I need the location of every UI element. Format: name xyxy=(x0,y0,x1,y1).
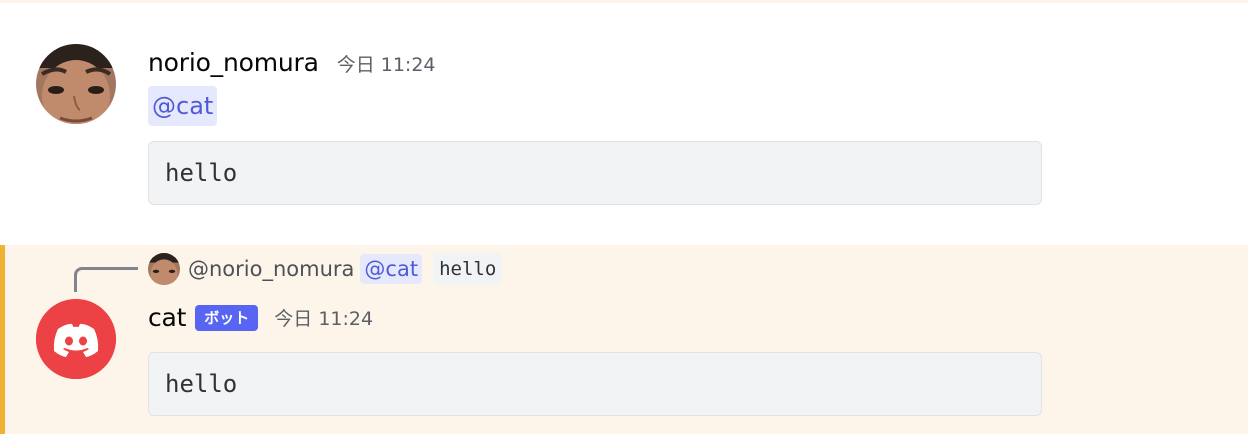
user-mention[interactable]: @cat xyxy=(148,86,218,126)
reply-mention[interactable]: @cat xyxy=(360,254,423,284)
message-header: cat ボット 今日 11:24 xyxy=(148,303,373,332)
face-photo-avatar-icon xyxy=(148,253,180,285)
avatar[interactable] xyxy=(36,44,116,124)
reply-preview[interactable]: @norio_nomura @cat hello xyxy=(148,253,503,285)
reply-avatar xyxy=(148,253,180,285)
discord-logo-icon xyxy=(36,299,116,379)
bot-avatar[interactable] xyxy=(36,299,116,379)
timestamp[interactable]: 今日 11:24 xyxy=(274,304,373,331)
reply-author[interactable]: @norio_nomura xyxy=(188,257,354,281)
bot-tag: ボット xyxy=(195,304,259,331)
username[interactable]: norio_nomura xyxy=(148,48,319,77)
message-header: norio_nomura 今日 11:24 xyxy=(148,48,436,77)
code-block: hello xyxy=(148,141,1042,205)
timestamp[interactable]: 今日 11:24 xyxy=(337,50,436,77)
reply-spine xyxy=(74,267,138,292)
highlight-bar xyxy=(0,245,5,434)
code-block: hello xyxy=(148,352,1042,416)
face-photo-avatar-icon xyxy=(36,44,116,124)
reply-code: hello xyxy=(433,253,503,285)
message-cat: @norio_nomura @cat hello cat ボット 今日 11:2… xyxy=(0,245,1248,434)
message-norio: norio_nomura 今日 11:24 @cat hello xyxy=(0,0,1248,238)
username[interactable]: cat xyxy=(148,303,186,332)
